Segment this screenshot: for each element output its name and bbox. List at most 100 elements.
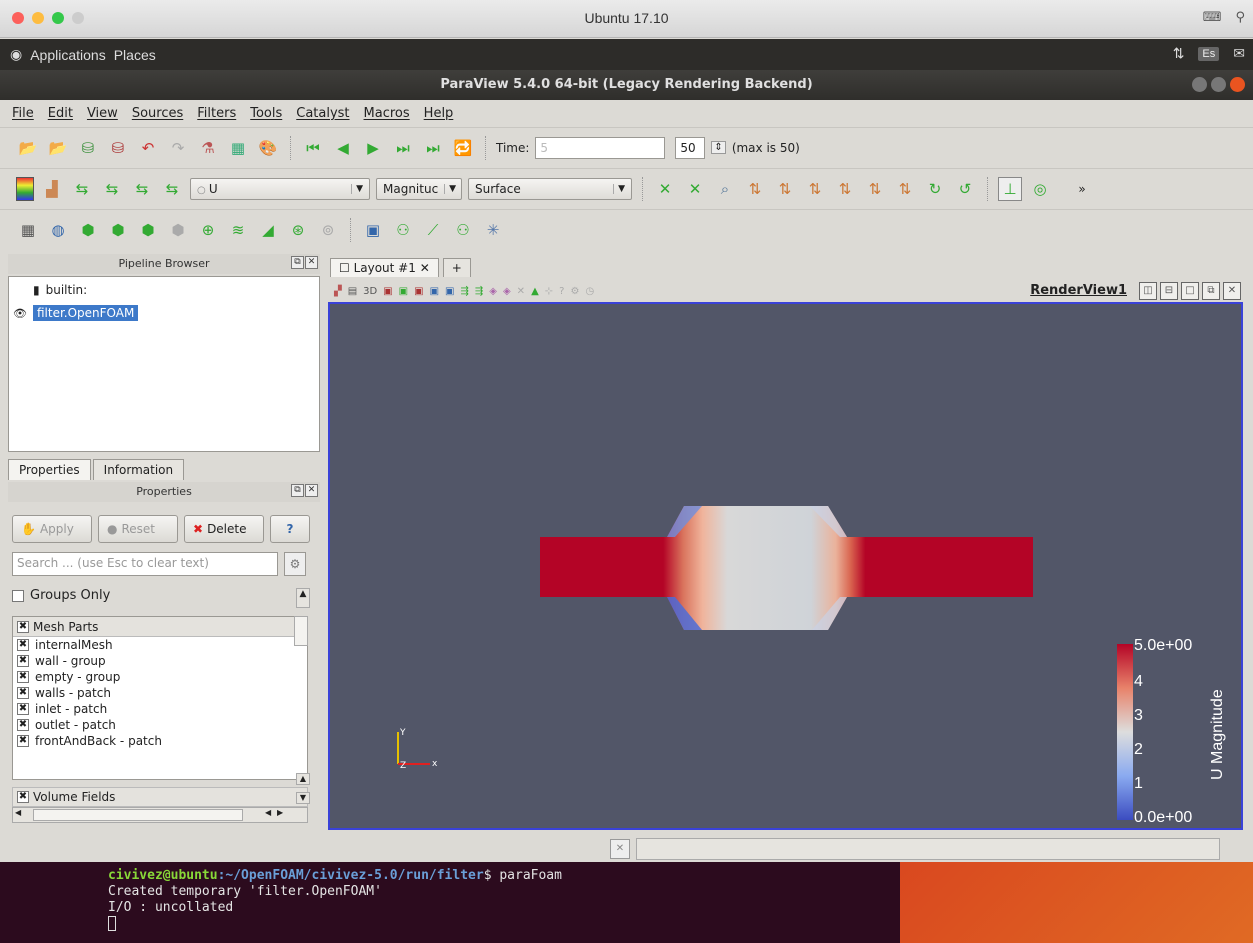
zoom-to-box-icon[interactable]: ⌕ <box>713 177 737 201</box>
rotate-minus-90-icon[interactable]: ↺ <box>953 177 977 201</box>
keyboard-icon[interactable]: ⌨ <box>1203 10 1222 25</box>
view-plus-x-icon[interactable]: ⇅ <box>743 177 767 201</box>
apply-button[interactable]: ✋ Apply <box>12 515 92 543</box>
view-minus-x-icon[interactable]: ⇅ <box>773 177 797 201</box>
clear-status-icon[interactable]: ✕ <box>610 839 630 859</box>
undo-icon[interactable]: ↶ <box>136 136 160 160</box>
mesh-parts-header[interactable]: ✖ Mesh Parts <box>13 617 307 637</box>
point-label-icon[interactable]: ⊹ <box>545 286 553 297</box>
grow-selection-icon[interactable]: ◈ <box>489 286 497 297</box>
reset-camera-icon[interactable]: ✕ <box>653 177 677 201</box>
activities-icon[interactable]: ◉ <box>10 46 22 63</box>
scroll-up-icon[interactable]: ▲ <box>296 773 310 785</box>
close-dock-icon[interactable]: ✕ <box>305 256 318 269</box>
plot-over-line-icon[interactable]: ⟋ <box>421 218 445 242</box>
close-view-icon[interactable]: ✕ <box>1223 282 1241 300</box>
color-array-select[interactable]: ○ U ▼ <box>190 177 370 200</box>
menu-help[interactable]: Help <box>424 106 454 121</box>
close-window-icon[interactable] <box>1230 77 1245 92</box>
terminal-window[interactable]: civivez@ubuntu:~/OpenFOAM/civivez-5.0/ru… <box>0 862 900 943</box>
stream-tracer-icon[interactable]: ≋ <box>226 218 250 242</box>
float-view-icon[interactable]: ⧉ <box>1202 282 1220 300</box>
contour-icon[interactable]: ◍ <box>46 218 70 242</box>
shrink-selection-icon[interactable]: ◈ <box>503 286 511 297</box>
settings-icon[interactable]: ⚙ <box>570 286 579 297</box>
time-value-field[interactable]: 5 <box>535 136 666 159</box>
menu-tools[interactable]: Tools <box>250 106 282 121</box>
menu-macros[interactable]: Macros <box>364 106 410 121</box>
select-frustum-icon[interactable]: ▣ <box>414 286 423 297</box>
close-tab-icon[interactable]: ✕ <box>420 261 430 275</box>
float-icon[interactable]: ⧉ <box>291 256 304 269</box>
minimize-window-icon[interactable] <box>1192 77 1207 92</box>
advanced-gear-icon[interactable]: ⚙ <box>284 552 306 576</box>
usb-icon[interactable]: ⚲ <box>1235 10 1245 25</box>
properties-search-input[interactable]: Search ... (use Esc to clear text) <box>12 552 278 576</box>
view-minus-y-icon[interactable]: ⇅ <box>833 177 857 201</box>
reset-session-icon[interactable]: ⚗ <box>196 136 220 160</box>
interactive-select-icon[interactable]: ▣ <box>445 286 454 297</box>
list-item[interactable]: ✖ inlet - patch <box>13 701 307 717</box>
loop-icon[interactable]: 🔁 <box>451 136 475 160</box>
scroll-left-icon[interactable]: ◀ <box>15 808 21 817</box>
edit-color-map-icon[interactable]: ▟ <box>40 177 64 201</box>
help-button[interactable]: ? <box>270 515 310 543</box>
clear-selection-icon[interactable]: ✕ <box>517 286 525 297</box>
extract-subset-icon[interactable]: ⬢ <box>166 218 190 242</box>
extract-selection-icon[interactable]: ▣ <box>361 218 385 242</box>
palette-icon[interactable]: 🎨 <box>256 136 280 160</box>
keyboard-layout-badge[interactable]: Es <box>1198 46 1220 61</box>
delete-button[interactable]: ✖ Delete <box>184 515 264 543</box>
ruler-icon[interactable]: ▲ <box>531 286 539 297</box>
color-legend-icon[interactable] <box>16 176 34 201</box>
3d-toggle-button[interactable]: 3D <box>363 286 377 297</box>
orientation-axes-icon[interactable]: ⊥ <box>998 176 1022 201</box>
next-frame-icon[interactable]: ⏭ <box>391 136 415 160</box>
visibility-eye-icon[interactable]: 👁 <box>13 307 27 320</box>
render-view-name[interactable]: RenderView1 <box>1030 283 1127 298</box>
menu-catalyst[interactable]: Catalyst <box>296 106 349 121</box>
group-datasets-icon[interactable]: ⊛ <box>286 218 310 242</box>
query-icon[interactable]: ? <box>559 286 564 297</box>
load-state-icon[interactable]: 📂 <box>46 136 70 160</box>
split-vertical-icon[interactable]: ⊟ <box>1160 282 1178 300</box>
last-frame-icon[interactable]: ⏭ <box>421 136 445 160</box>
list-item[interactable]: ✖ outlet - patch <box>13 717 307 733</box>
first-frame-icon[interactable]: ⏮ <box>301 136 325 160</box>
plot-data-icon[interactable]: ⚇ <box>451 218 475 242</box>
network-icon[interactable]: ⇅ <box>1173 45 1185 62</box>
menu-edit[interactable]: Edit <box>48 106 73 121</box>
maximize-view-icon[interactable]: □ <box>1181 282 1199 300</box>
render-view[interactable]: Y x Z 5.0e+00 4 3 2 1 0.0e+00 U Magnitud… <box>328 302 1243 830</box>
find-data-icon[interactable]: ▦ <box>226 136 250 160</box>
scroll-left-icon[interactable]: ◀ <box>265 808 271 817</box>
view-plus-y-icon[interactable]: ⇅ <box>803 177 827 201</box>
rescale-custom-icon[interactable]: ⇆ <box>100 177 124 201</box>
mesh-scrollbar[interactable] <box>294 616 308 646</box>
add-layout-tab[interactable]: + <box>442 258 471 277</box>
more-toolbar-icon[interactable]: » <box>1070 177 1094 201</box>
play-icon[interactable]: ▶ <box>361 136 385 160</box>
time-step-field[interactable]: 50 <box>675 136 706 159</box>
representation-select[interactable]: Surface ▼ <box>468 177 632 200</box>
pipeline-item[interactable]: 👁 filter.OpenFOAM <box>13 305 139 321</box>
scroll-thumb[interactable] <box>33 809 243 821</box>
volume-fields-header[interactable]: ✖ Volume Fields <box>12 787 308 807</box>
menu-sources[interactable]: Sources <box>132 106 183 121</box>
open-icon[interactable]: 📂 <box>16 136 40 160</box>
maximize-window-icon[interactable] <box>1211 77 1226 92</box>
list-item[interactable]: ✖ frontAndBack - patch <box>13 733 307 749</box>
menu-view[interactable]: View <box>87 106 118 121</box>
menu-file[interactable]: File <box>12 106 34 121</box>
pipeline-root[interactable]: ▮ builtin: <box>33 283 87 297</box>
places-menu[interactable]: Places <box>114 47 156 63</box>
hover-points-icon[interactable]: ⇶ <box>460 286 468 297</box>
hover-cells-icon[interactable]: ⇶ <box>475 286 483 297</box>
split-horizontal-icon[interactable]: ◫ <box>1139 282 1157 300</box>
extract-level-icon[interactable]: ⊚ <box>316 218 340 242</box>
select-cells-icon[interactable]: ▣ <box>383 286 392 297</box>
applications-menu[interactable]: Applications <box>30 47 106 63</box>
rotate-plus-90-icon[interactable]: ↻ <box>923 177 947 201</box>
connect-icon[interactable]: ⛁ <box>76 136 100 160</box>
clock-icon[interactable]: ◷ <box>585 286 594 297</box>
